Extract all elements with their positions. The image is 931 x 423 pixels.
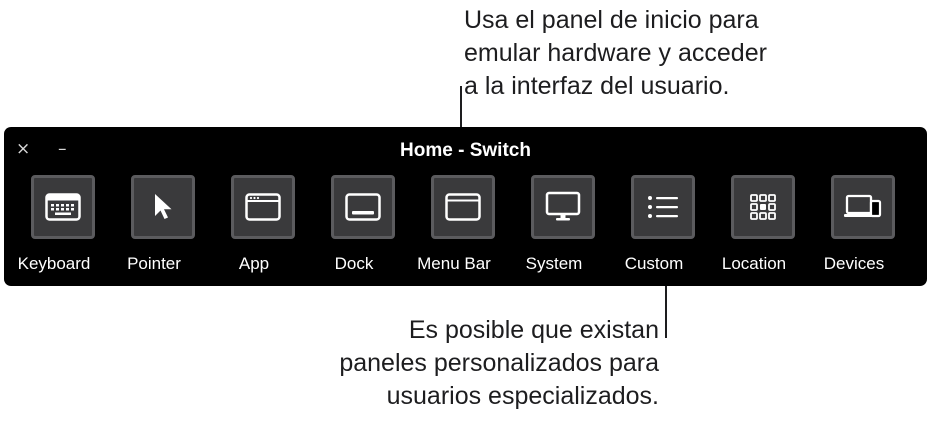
callout-line: usuarios especializados. — [386, 382, 659, 410]
system-button[interactable] — [531, 175, 595, 239]
monitor-icon — [545, 191, 581, 221]
keyboard-button[interactable] — [31, 175, 95, 239]
system-tile[interactable]: System — [504, 175, 604, 275]
panel-title: Home - Switch — [400, 140, 531, 161]
devices-tile[interactable]: Devices — [804, 175, 904, 275]
callout-leader-line — [460, 86, 462, 128]
switch-home-panel: × – Home - Switch Keyboard Pointer App D… — [4, 127, 927, 286]
callout-custom-panels: Es posible que existan paneles personali… — [339, 314, 659, 413]
menu-bar-icon — [445, 193, 481, 221]
pointer-icon — [155, 194, 172, 219]
list-icon — [648, 196, 678, 218]
pointer-button[interactable] — [131, 175, 195, 239]
menu-bar-button[interactable] — [431, 175, 495, 239]
devices-icon — [844, 194, 882, 218]
dock-icon — [345, 193, 381, 221]
keyboard-tile[interactable]: Keyboard — [4, 175, 104, 275]
callout-line: emular hardware y acceder — [464, 39, 767, 67]
grid-icon — [750, 194, 776, 220]
callout-line: Usa el panel de inicio para — [464, 6, 759, 34]
dock-tile[interactable]: Dock — [304, 175, 404, 275]
location-button[interactable] — [731, 175, 795, 239]
app-window-icon — [245, 193, 281, 221]
location-tile[interactable]: Location — [704, 175, 804, 275]
callout-line: a la interfaz del usuario. — [464, 72, 730, 100]
custom-tile[interactable]: Custom — [604, 175, 704, 275]
custom-button[interactable] — [631, 175, 695, 239]
callout-home-panel: Usa el panel de inicio para emular hardw… — [464, 4, 767, 103]
tile-label: Devices — [823, 254, 885, 273]
keyboard-icon — [45, 193, 81, 221]
app-tile[interactable]: App — [204, 175, 304, 275]
dock-button[interactable] — [331, 175, 395, 239]
menu-bar-tile[interactable]: Menu Bar — [404, 175, 504, 275]
pointer-tile[interactable]: Pointer — [104, 175, 204, 275]
callout-line: Es posible que existan — [408, 316, 659, 344]
app-button[interactable] — [231, 175, 295, 239]
callout-leader-line — [665, 282, 667, 338]
devices-button[interactable] — [831, 175, 895, 239]
callout-line: paneles personalizados para — [339, 349, 659, 377]
